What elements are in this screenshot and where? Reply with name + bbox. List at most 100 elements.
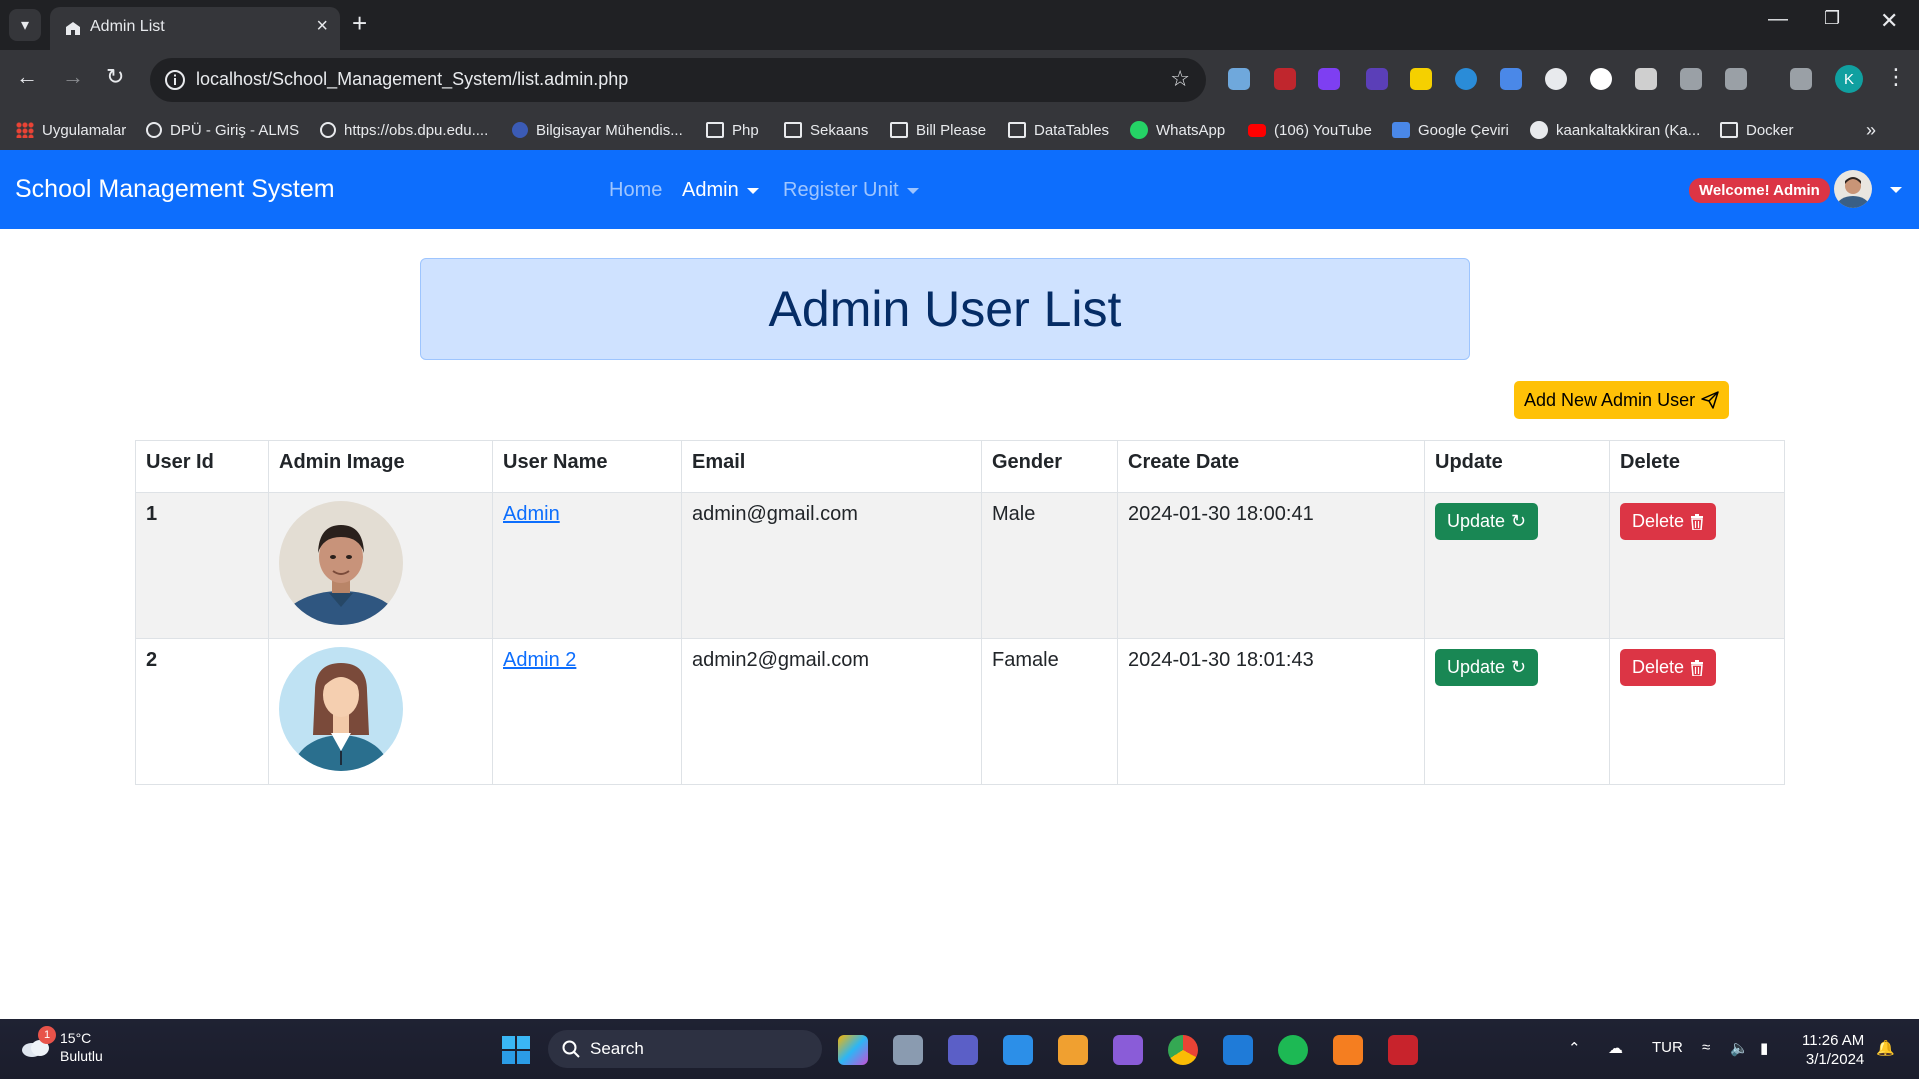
user-name-cell: Admin 2: [492, 638, 682, 785]
delete-button[interactable]: Delete: [1620, 503, 1717, 540]
copilot-icon[interactable]: [838, 1035, 868, 1065]
folder-icon: [1008, 122, 1026, 138]
user-avatar[interactable]: [1834, 170, 1872, 208]
browser-tab[interactable]: Admin List ×: [50, 7, 340, 50]
caret-down-icon[interactable]: [1890, 187, 1902, 193]
extension-picker-icon[interactable]: [1635, 68, 1657, 90]
send-icon: [1701, 391, 1719, 409]
bookmark-docker[interactable]: Docker: [1720, 119, 1794, 141]
wifi-icon[interactable]: ≈: [1702, 1039, 1710, 1056]
user-name-link[interactable]: Admin: [503, 503, 560, 525]
new-tab-button[interactable]: +: [352, 8, 367, 39]
whatsapp-icon: [1130, 121, 1148, 139]
bookmark-datatables[interactable]: DataTables: [1008, 119, 1109, 141]
tab-search-button[interactable]: ▾: [9, 9, 41, 41]
bookmark-label: kaankaltakkiran (Ka...: [1556, 121, 1701, 139]
close-tab-icon[interactable]: ×: [316, 15, 328, 38]
file-explorer-icon[interactable]: [893, 1035, 923, 1065]
vscode-icon[interactable]: [1003, 1035, 1033, 1065]
weather-widget[interactable]: 15°C Bulutlu: [20, 1029, 103, 1065]
bookmark-apps[interactable]: Uygulamalar: [16, 119, 126, 141]
forward-icon[interactable]: →: [62, 64, 84, 90]
outlook-mail-icon[interactable]: [1223, 1035, 1253, 1065]
admin-image-cell: [268, 492, 493, 639]
profile-avatar[interactable]: K: [1835, 65, 1863, 93]
language-indicator[interactable]: TUR: [1652, 1039, 1683, 1056]
teams-icon[interactable]: [948, 1035, 978, 1065]
xampp-icon[interactable]: [1333, 1035, 1363, 1065]
site-icon: [512, 122, 528, 138]
apps-grid-icon: [16, 122, 34, 138]
user-id-cell: 1: [135, 492, 269, 639]
side-panel-icon[interactable]: [1790, 68, 1812, 90]
extension-brackets-icon[interactable]: [1318, 68, 1340, 90]
taskbar-clock[interactable]: 11:26 AM 3/1/2024: [1802, 1031, 1864, 1069]
ublock-icon[interactable]: [1274, 68, 1296, 90]
taskbar-search[interactable]: Search: [548, 1030, 822, 1068]
nav-home[interactable]: Home: [609, 179, 662, 202]
extension-circle-icon[interactable]: [1545, 68, 1567, 90]
windows-start-icon[interactable]: [502, 1036, 530, 1064]
extensions-puzzle-icon[interactable]: [1725, 68, 1747, 90]
battery-icon[interactable]: ▮: [1760, 1039, 1768, 1057]
navbar-brand[interactable]: School Management System: [15, 175, 335, 204]
visual-studio-icon[interactable]: [1113, 1035, 1143, 1065]
extension-shield-icon[interactable]: [1680, 68, 1702, 90]
restore-icon[interactable]: ❐: [1824, 8, 1840, 29]
extension-doc-icon[interactable]: [1500, 68, 1522, 90]
nav-admin-dropdown[interactable]: Admin: [682, 179, 759, 202]
update-cell: Update ↻: [1424, 492, 1610, 639]
delete-button[interactable]: Delete: [1620, 649, 1717, 686]
browser-menu-icon[interactable]: ⋮: [1885, 64, 1907, 90]
extension-wave-icon[interactable]: [1455, 68, 1477, 90]
refresh-icon: ↻: [1511, 511, 1527, 531]
volume-icon[interactable]: 🔈: [1730, 1039, 1749, 1057]
bookmark-bilgisayar[interactable]: Bilgisayar Mühendis...: [512, 119, 683, 141]
bookmark-obs[interactable]: https://obs.dpu.edu....: [320, 119, 488, 141]
update-button[interactable]: Update ↻: [1435, 649, 1539, 686]
filezilla-icon[interactable]: [1388, 1035, 1418, 1065]
minimize-icon[interactable]: —: [1768, 8, 1788, 31]
reload-icon[interactable]: ↻: [106, 64, 124, 90]
update-button[interactable]: Update ↻: [1435, 503, 1539, 540]
nav-register-unit-dropdown[interactable]: Register Unit: [783, 179, 919, 202]
more-bookmarks-icon[interactable]: »: [1866, 119, 1876, 141]
header-gender: Gender: [981, 440, 1118, 493]
bookmark-sekaans[interactable]: Sekaans: [784, 119, 868, 141]
extension-badge-icon[interactable]: [1366, 68, 1388, 90]
extension-tool-icon[interactable]: [1228, 68, 1250, 90]
weather-text: Bulutlu: [60, 1048, 103, 1064]
onedrive-cloud-icon[interactable]: ☁: [1608, 1039, 1623, 1057]
mail-app-icon[interactable]: [1058, 1035, 1088, 1065]
bookmark-php[interactable]: Php: [706, 119, 759, 141]
chevron-up-icon[interactable]: ⌃: [1568, 1039, 1581, 1057]
bookmark-bill-please[interactable]: Bill Please: [890, 119, 986, 141]
bookmark-dpu-alms[interactable]: DPÜ - Giriş - ALMS: [146, 119, 299, 141]
spotify-icon[interactable]: [1278, 1035, 1308, 1065]
bookmark-google-translate[interactable]: Google Çeviri: [1392, 119, 1509, 141]
address-bar[interactable]: localhost/School_Management_System/list.…: [150, 58, 1206, 102]
url-text: localhost/School_Management_System/list.…: [196, 69, 629, 89]
back-icon[interactable]: ←: [16, 64, 38, 90]
bookmark-github[interactable]: kaankaltakkiran (Ka...: [1530, 119, 1700, 141]
user-photo-icon: [1834, 170, 1872, 208]
gender-cell: Famale: [981, 638, 1118, 785]
extension-w-icon[interactable]: [1410, 68, 1432, 90]
bookmark-label: DataTables: [1034, 121, 1110, 139]
extension-record-icon[interactable]: [1590, 68, 1612, 90]
chrome-icon[interactable]: [1168, 1035, 1198, 1065]
close-window-icon[interactable]: ✕: [1880, 8, 1898, 34]
add-admin-button[interactable]: Add New Admin User: [1514, 381, 1730, 419]
bookmark-whatsapp[interactable]: WhatsApp: [1130, 119, 1225, 141]
page-title: Admin User List: [768, 281, 1122, 337]
email-cell: admin@gmail.com: [681, 492, 982, 639]
notification-bell-icon[interactable]: 🔔: [1876, 1039, 1895, 1057]
bookmark-star-icon[interactable]: ☆: [1170, 66, 1190, 92]
site-info-icon[interactable]: [164, 69, 186, 91]
windows-taskbar: 15°C Bulutlu 1 Search ⌃ ☁ TUR ≈ 🔈 ▮ 11:2…: [0, 1019, 1919, 1079]
bookmark-youtube[interactable]: (106) YouTube: [1248, 119, 1372, 141]
admin-photo: [279, 647, 403, 771]
user-name-link[interactable]: Admin 2: [503, 649, 576, 671]
user-name-cell: Admin: [492, 492, 682, 639]
table-header-row: User Id Admin Image User Name Email Gend…: [135, 440, 1785, 493]
